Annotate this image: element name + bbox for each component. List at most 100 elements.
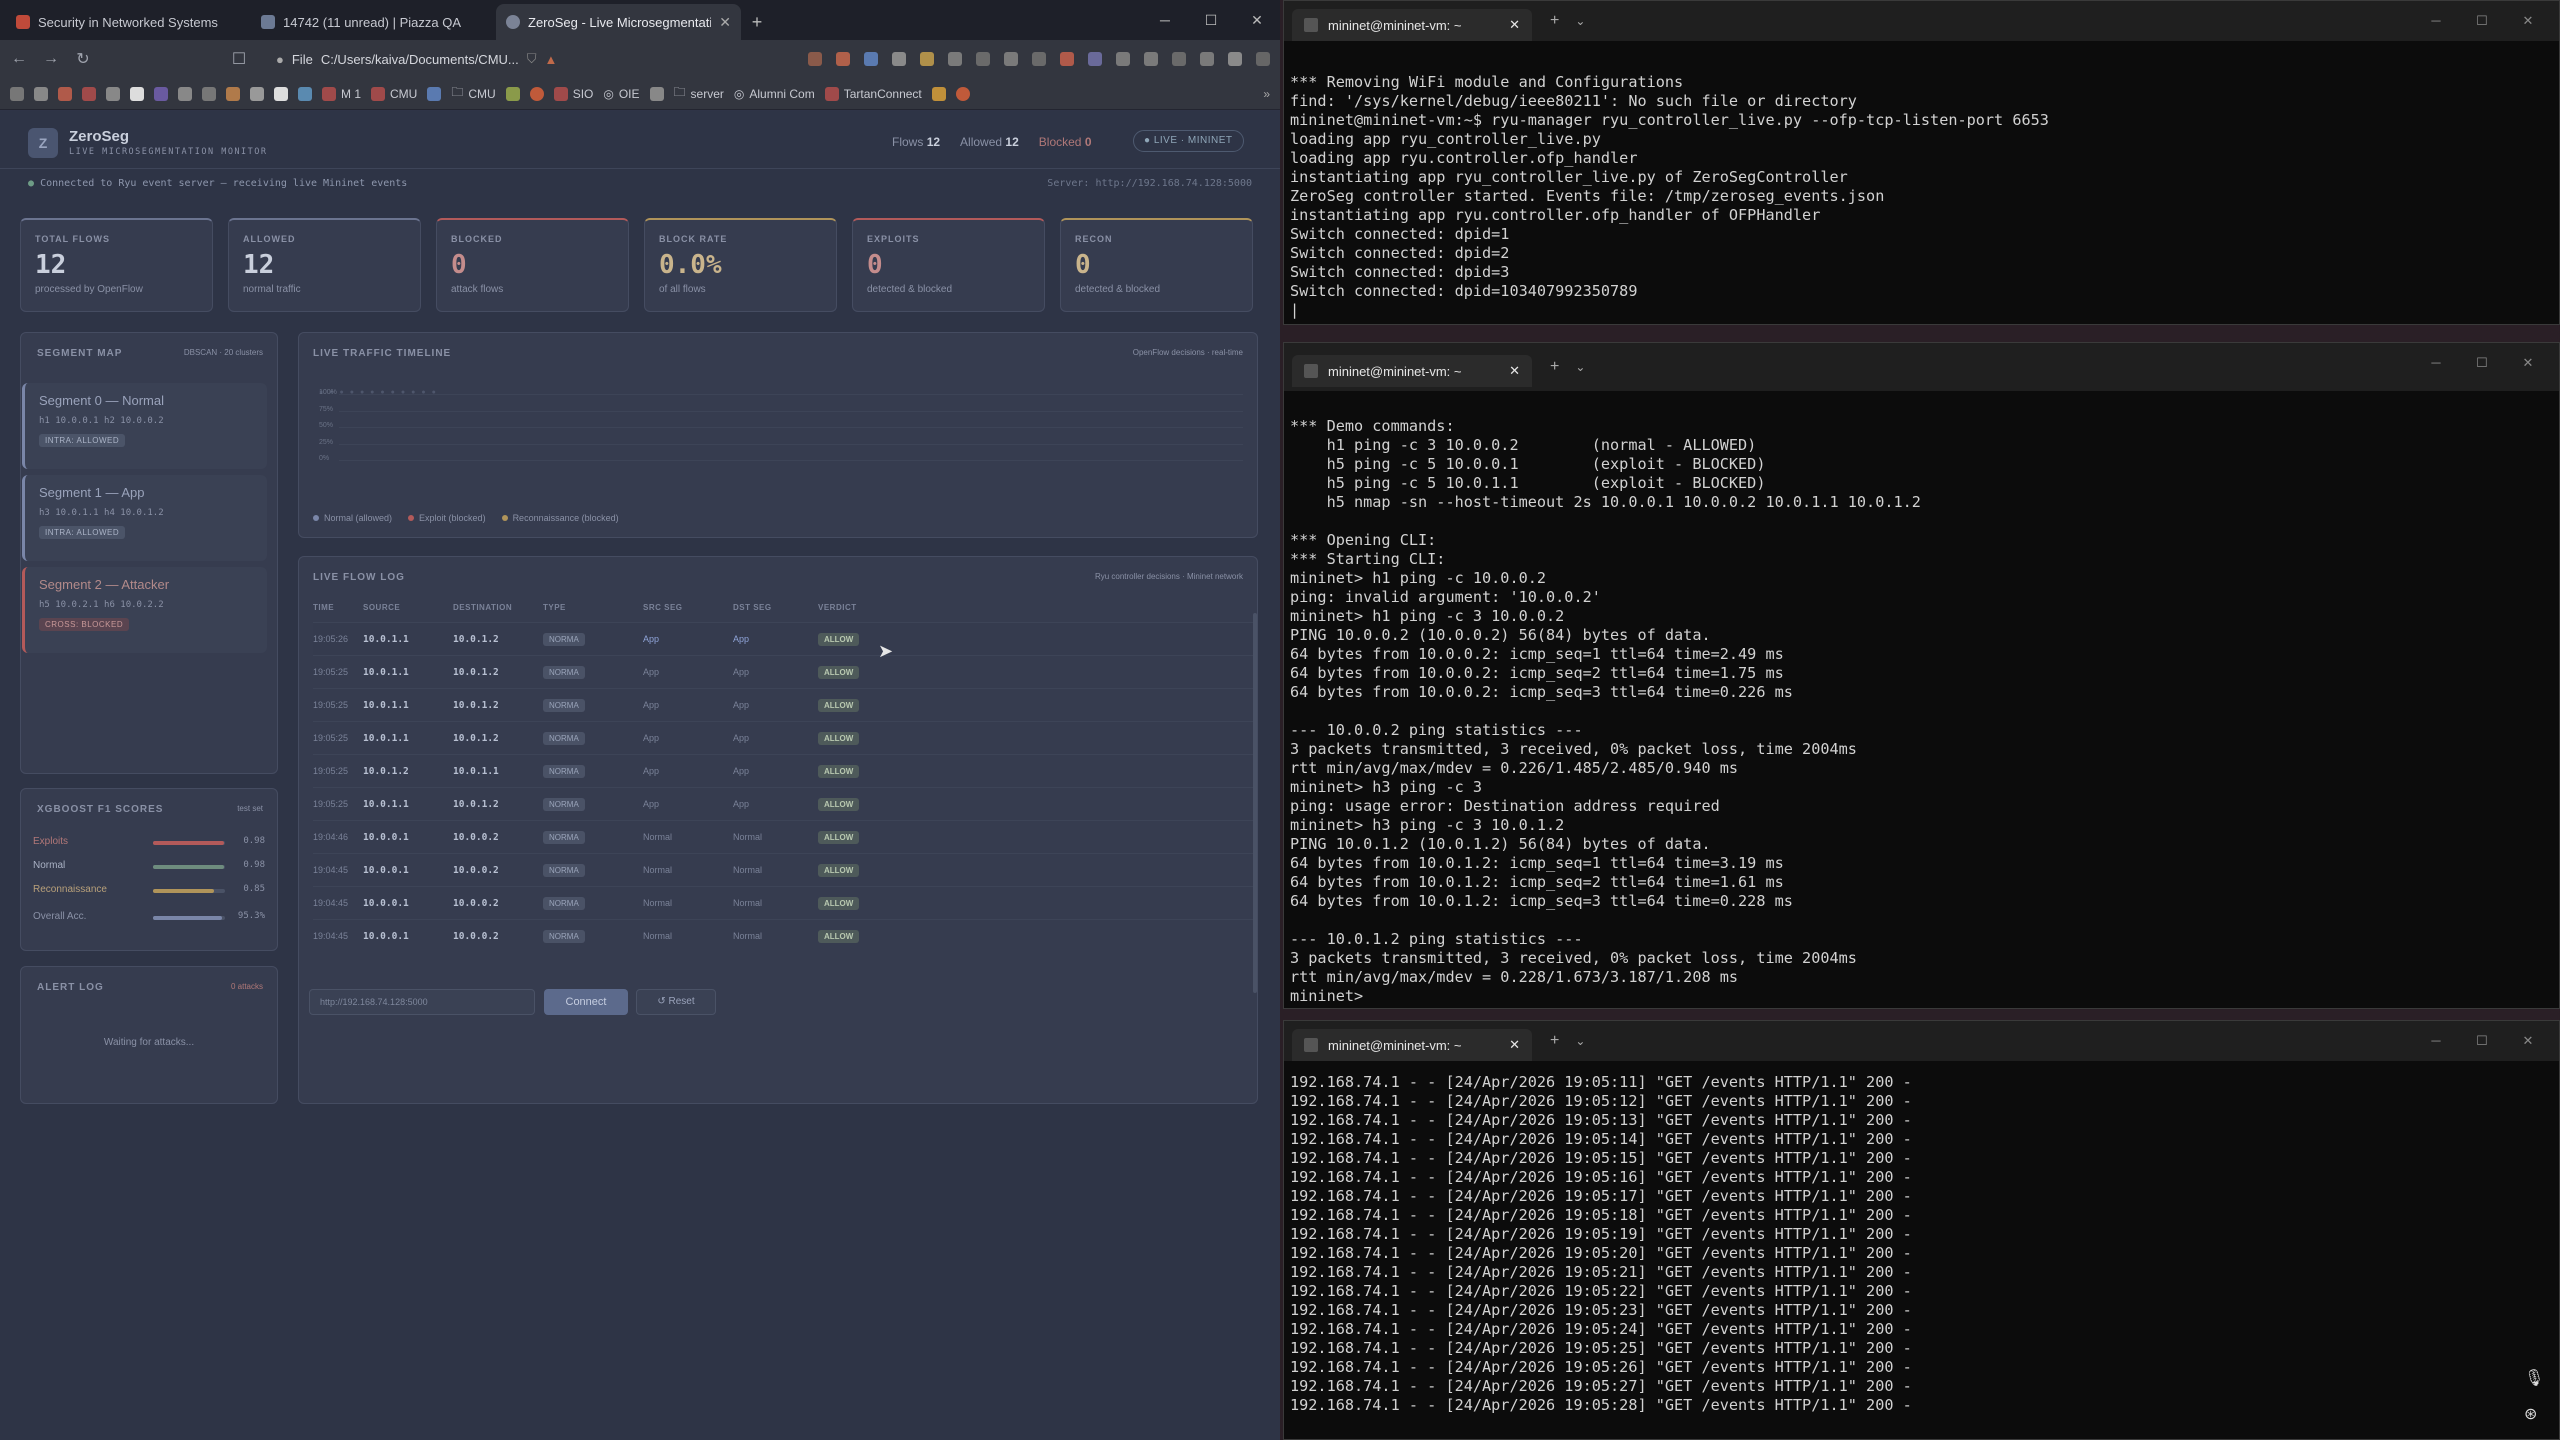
maximize-icon[interactable]: ☐	[2459, 1, 2505, 41]
bookmark-folder[interactable]: 🗀 server	[674, 83, 724, 104]
bookmark-item[interactable]: ◎ Alumni Com	[734, 87, 815, 101]
minimize-icon[interactable]: ─	[1142, 0, 1188, 40]
bookmark-favicon-icon[interactable]	[130, 86, 144, 101]
table-row[interactable]: 19:04:45 10.0.0.1 10.0.0.2 NORMA Normal Norma…	[313, 853, 1253, 886]
bookmark-icon[interactable]: ☐	[230, 49, 248, 69]
bookmark-favicon-icon[interactable]	[106, 86, 120, 101]
bookmark-item[interactable]: TartanConnect	[824, 86, 922, 101]
bookmark-favicon-icon[interactable]	[250, 86, 264, 101]
segment-card[interactable]: Segment 2 — Attacker h5 10.0.2.1 h6 10.0.…	[22, 567, 267, 653]
chevron-down-icon[interactable]: ⌄	[1575, 1034, 1585, 1048]
extension-icon[interactable]	[836, 52, 850, 66]
bookmark-item[interactable]: ◎ OIE	[603, 87, 639, 101]
extension-icon[interactable]	[920, 52, 934, 66]
extension-icon[interactable]	[864, 52, 878, 66]
maximize-icon[interactable]: ☐	[2459, 1021, 2505, 1061]
terminal-window-2[interactable]: mininet@mininet-vm: ~ ✕ + ⌄ ─ ☐ ✕ *** Demo c…	[1283, 342, 2560, 1009]
close-window-icon[interactable]: ✕	[2505, 1021, 2551, 1061]
maximize-icon[interactable]: ☐	[2459, 343, 2505, 383]
bookmark-favicon-icon[interactable]	[427, 86, 442, 101]
new-tab-button[interactable]: +	[1550, 358, 1559, 376]
reload-icon[interactable]: ↻	[74, 49, 92, 69]
close-icon[interactable]: ✕	[719, 14, 731, 31]
bookmark-favicon-icon[interactable]	[274, 86, 288, 101]
minimize-icon[interactable]: ─	[2413, 343, 2459, 383]
terminal-window-3[interactable]: mininet@mininet-vm: ~ ✕ + ⌄ ─ ☐ ✕ 192.168.74…	[1283, 1020, 2560, 1440]
extension-icon[interactable]	[1200, 52, 1214, 66]
terminal-output[interactable]: *** Demo commands: h1 ping -c 3 10.0.0.2…	[1284, 411, 2559, 1008]
close-icon[interactable]: ✕	[1509, 363, 1520, 379]
flow-log-scrollbar[interactable]	[1253, 613, 1257, 993]
extension-icon[interactable]	[1116, 52, 1130, 66]
table-row[interactable]: 19:04:46 10.0.0.1 10.0.0.2 NORMA Normal Norma…	[313, 820, 1253, 853]
table-row[interactable]: 19:05:25 10.0.1.2 10.0.1.1 NORMA App App ALLOW	[313, 754, 1253, 787]
close-icon[interactable]: ✕	[1509, 1037, 1520, 1053]
microphone-icon[interactable]: 🎙	[2524, 1368, 2544, 1388]
extension-icon[interactable]	[1032, 52, 1046, 66]
extension-icon[interactable]	[808, 52, 822, 66]
new-tab-button[interactable]: +	[1550, 12, 1559, 30]
extension-icon[interactable]	[948, 52, 962, 66]
connect-button[interactable]: Connect	[544, 989, 628, 1015]
bookmark-item[interactable]: SIO	[553, 86, 593, 101]
table-row[interactable]: 19:04:45 10.0.0.1 10.0.0.2 NORMA Normal Norma…	[313, 886, 1253, 919]
extension-icon[interactable]	[1004, 52, 1018, 66]
terminal-output[interactable]: *** Removing WiFi module and Configurati…	[1284, 67, 2559, 324]
chevron-down-icon[interactable]: ⌄	[1575, 14, 1585, 28]
new-tab-button[interactable]: +	[1550, 1032, 1559, 1050]
close-icon[interactable]: ✕	[1509, 17, 1520, 33]
segment-card[interactable]: Segment 1 — App h3 10.0.1.1 h4 10.0.1.2 IN…	[22, 475, 267, 561]
bookmark-favicon-icon[interactable]	[298, 86, 312, 101]
extension-icon[interactable]	[1144, 52, 1158, 66]
terminal-window-1[interactable]: mininet@mininet-vm: ~ ✕ + ⌄ ─ ☐ ✕ *** Removi…	[1283, 0, 2560, 325]
extension-icon[interactable]	[1172, 52, 1186, 66]
minimize-icon[interactable]: ─	[2413, 1021, 2459, 1061]
table-row[interactable]: 19:05:25 10.0.1.1 10.0.1.2 NORMA App App ALLOW	[313, 688, 1253, 721]
extension-icon[interactable]	[1060, 52, 1074, 66]
maximize-icon[interactable]: ☐	[1188, 0, 1234, 40]
extension-icon[interactable]	[976, 52, 990, 66]
segment-card[interactable]: Segment 0 — Normal h1 10.0.0.1 h2 10.0.0.…	[22, 383, 267, 469]
close-window-icon[interactable]: ✕	[2505, 1, 2551, 41]
more-bookmarks-icon[interactable]: »	[1263, 87, 1270, 101]
back-icon[interactable]: ←	[10, 50, 28, 68]
table-row[interactable]: 19:05:25 10.0.1.1 10.0.1.2 NORMA App App ALLOW	[313, 787, 1253, 820]
extension-icon[interactable]	[1228, 52, 1242, 66]
bookmark-item[interactable]: M 1	[322, 86, 361, 101]
terminal-tab[interactable]: mininet@mininet-vm: ~ ✕	[1292, 9, 1532, 41]
bookmark-favicon-icon[interactable]	[34, 86, 48, 101]
browser-tab[interactable]: Security in Networked Systems	[6, 4, 251, 40]
terminal-output[interactable]: 192.168.74.1 - - [24/Apr/2026 19:05:11] …	[1284, 1067, 2559, 1439]
url-bar[interactable]: ● File C:/Users/kaiva/Documents/CMU... ⛉…	[262, 45, 732, 73]
server-url-input[interactable]: http://192.168.74.128:5000	[309, 989, 535, 1015]
bookmark-favicon-icon[interactable]	[931, 86, 946, 101]
table-row[interactable]: 19:04:45 10.0.0.1 10.0.0.2 NORMA Normal Norma…	[313, 919, 1253, 952]
extension-icon[interactable]	[892, 52, 906, 66]
bookmark-favicon-icon[interactable]	[649, 86, 664, 101]
bookmark-item[interactable]: CMU	[371, 86, 417, 101]
browser-tab-active[interactable]: ZeroSeg - Live Microsegmentation ✕	[496, 4, 741, 40]
terminal-tab[interactable]: mininet@mininet-vm: ~ ✕	[1292, 355, 1532, 387]
bookmark-favicon-icon[interactable]	[58, 86, 72, 101]
table-row[interactable]: 19:05:25 10.0.1.1 10.0.1.2 NORMA App App ALLOW	[313, 655, 1253, 688]
bookmark-favicon-icon[interactable]	[154, 86, 168, 101]
terminal-tab[interactable]: mininet@mininet-vm: ~ ✕	[1292, 1029, 1532, 1061]
bookmark-favicon-icon[interactable]	[955, 86, 970, 101]
browser-tab[interactable]: 14742 (11 unread) | Piazza QA	[251, 4, 496, 40]
table-row[interactable]: 19:05:26 10.0.1.1 10.0.1.2 NORMA App App ALLOW	[313, 622, 1253, 655]
accessibility-icon[interactable]: ⊛	[2524, 1404, 2537, 1424]
bookmark-folder[interactable]: 🗀 CMU	[451, 83, 495, 104]
close-window-icon[interactable]: ✕	[2505, 343, 2551, 383]
menu-icon[interactable]	[1256, 52, 1270, 66]
minimize-icon[interactable]: ─	[2413, 1, 2459, 41]
chevron-down-icon[interactable]: ⌄	[1575, 360, 1585, 374]
bookmark-favicon-icon[interactable]	[226, 86, 240, 101]
forward-icon[interactable]: →	[42, 50, 60, 68]
bookmark-favicon-icon[interactable]	[82, 86, 96, 101]
table-row[interactable]: 19:05:25 10.0.1.1 10.0.1.2 NORMA App App ALLOW	[313, 721, 1253, 754]
apps-icon[interactable]	[10, 86, 24, 101]
close-window-icon[interactable]: ✕	[1234, 0, 1280, 40]
bookmark-favicon-icon[interactable]	[202, 86, 216, 101]
extension-icon[interactable]	[1088, 52, 1102, 66]
bookmark-favicon-icon[interactable]	[529, 86, 544, 101]
